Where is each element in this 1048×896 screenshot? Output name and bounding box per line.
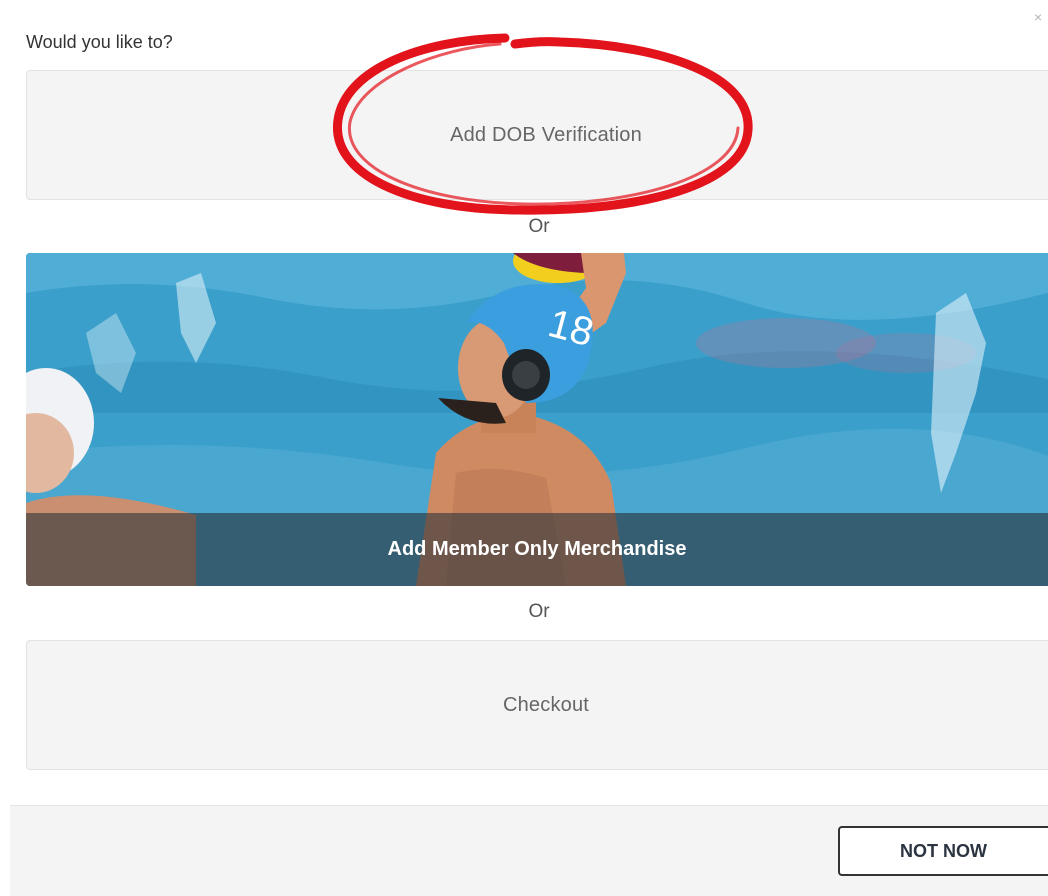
upsell-dialog: × Would you like to? Add DOB Verificatio… bbox=[0, 0, 1048, 896]
merch-caption-bar: Add Member Only Merchandise bbox=[26, 513, 1048, 586]
or-separator: Or bbox=[528, 601, 550, 622]
checkout-label: Checkout bbox=[502, 693, 590, 716]
add-dob-verification-label: Add DOB Verification bbox=[450, 123, 642, 146]
add-dob-verification-button[interactable]: Add DOB Verification bbox=[26, 70, 1048, 200]
add-member-merchandise-label: Add Member Only Merchandise bbox=[387, 538, 687, 560]
add-member-merchandise-tile[interactable]: 18 Add Member Only Merchandise bbox=[26, 253, 1048, 586]
close-icon[interactable]: × bbox=[1034, 8, 1048, 26]
or-separator: Or bbox=[528, 216, 550, 237]
not-now-button[interactable]: NOT NOW bbox=[838, 826, 1048, 876]
checkout-button[interactable]: Checkout bbox=[26, 640, 1048, 770]
dialog-prompt: Would you like to? bbox=[26, 32, 173, 52]
